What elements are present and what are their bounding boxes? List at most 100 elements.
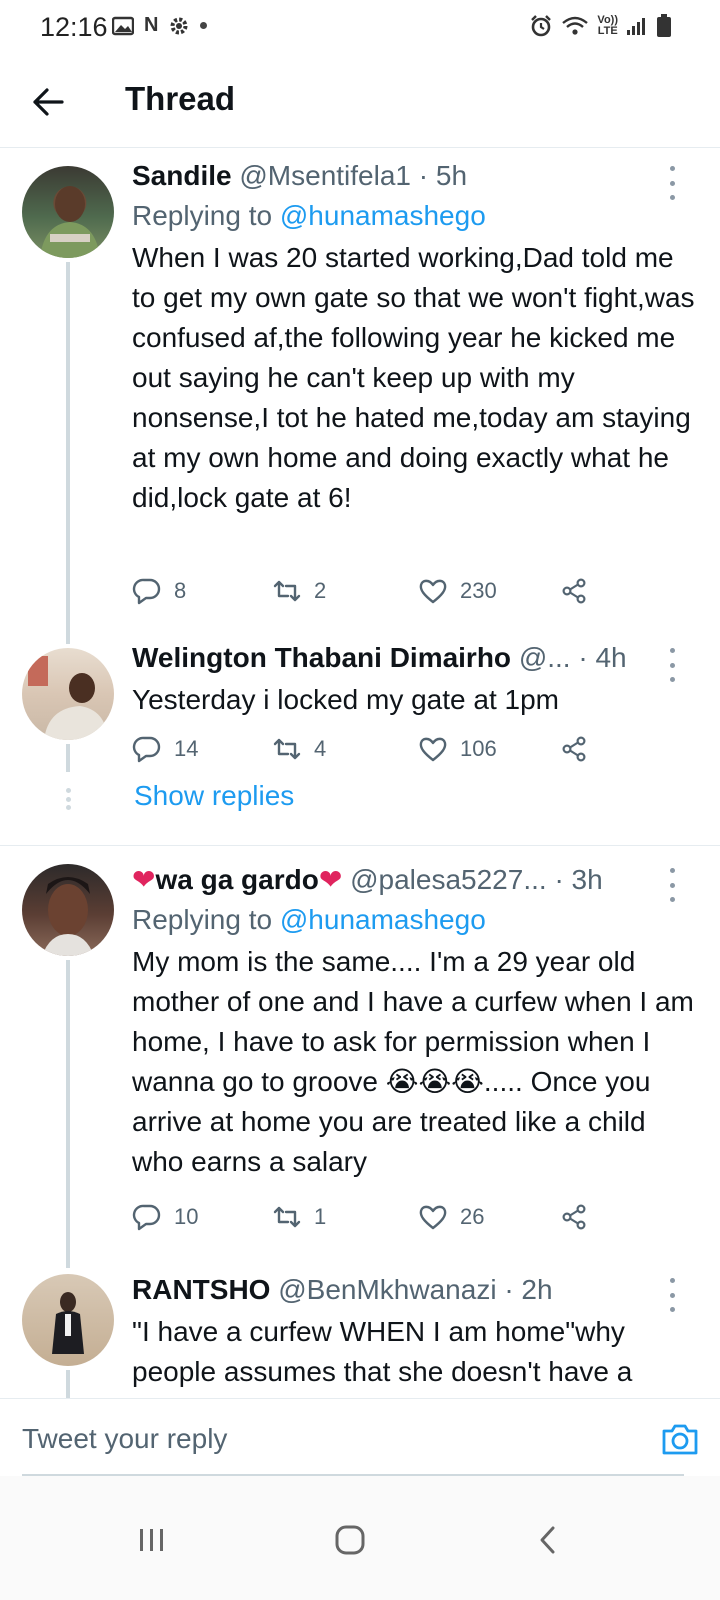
like-count: 106 xyxy=(460,736,497,761)
share-icon xyxy=(562,1204,586,1230)
reply-input[interactable]: Tweet your reply xyxy=(22,1423,227,1455)
back-button[interactable] xyxy=(24,78,72,126)
tweet-meta: RANTSHO @BenMkhwanazi · 2h xyxy=(132,1272,700,1308)
reply-button[interactable]: 8 xyxy=(132,576,186,606)
share-icon xyxy=(562,578,586,604)
author-name[interactable]: wa ga gardo xyxy=(155,864,318,895)
mention-link[interactable]: @hunamashego xyxy=(280,904,486,935)
system-nav-bar xyxy=(0,1476,720,1600)
thread-line xyxy=(66,744,70,772)
author-handle[interactable]: @Msentifela1 xyxy=(239,160,411,191)
status-right-icons: Vo)) LTE xyxy=(529,14,672,38)
dot-icon xyxy=(200,22,208,29)
tweet-actions: 14 4 106 xyxy=(132,734,612,774)
more-options-button[interactable] xyxy=(662,166,682,200)
author-handle[interactable]: @BenMkhwanazi xyxy=(278,1274,496,1305)
avatar[interactable] xyxy=(22,166,114,258)
retweet-button[interactable]: 4 xyxy=(272,734,326,764)
reply-button[interactable]: 14 xyxy=(132,734,198,764)
tweet-time: · 5h xyxy=(418,160,468,191)
reply-count: 8 xyxy=(174,578,187,603)
n-icon: N xyxy=(144,14,159,36)
thread-feed[interactable]: Sandile @Msentifela1 · 5h Replying to @h… xyxy=(0,148,720,1398)
alarm-icon xyxy=(529,14,553,38)
thread-continuation-dots xyxy=(64,788,72,810)
replying-prefix: Replying to xyxy=(132,200,273,231)
tweet-actions: 10 1 26 xyxy=(132,1202,612,1242)
like-count: 230 xyxy=(460,578,497,603)
retweet-count: 1 xyxy=(314,1204,327,1229)
back-nav-button[interactable] xyxy=(518,1510,578,1570)
thread-line xyxy=(66,1256,70,1268)
author-handle[interactable]: @palesa5227... xyxy=(350,864,547,895)
camera-button[interactable] xyxy=(660,1419,700,1459)
share-button[interactable] xyxy=(560,576,590,606)
retweet-icon xyxy=(273,1206,301,1228)
reply-bar[interactable]: Tweet your reply xyxy=(0,1398,720,1476)
signal-icon xyxy=(626,16,648,36)
tweet[interactable]: Sandile @Msentifela1 · 5h Replying to @h… xyxy=(0,148,720,638)
tweet-text: My mom is the same.... I'm a 29 year old… xyxy=(132,946,694,1177)
home-icon xyxy=(335,1525,365,1555)
tweet-meta: ❤wa ga gardo❤ @palesa5227... · 3h xyxy=(132,862,700,898)
tweet[interactable]: ❤wa ga gardo❤ @palesa5227... · 3h Replyi… xyxy=(0,846,720,1256)
more-options-button[interactable] xyxy=(662,1278,682,1312)
status-bar: 12:16 N Vo)) LTE xyxy=(0,0,720,56)
share-button[interactable] xyxy=(560,734,590,764)
like-button[interactable]: 106 xyxy=(418,734,497,764)
camera-icon xyxy=(662,1424,698,1455)
reply-icon xyxy=(132,736,161,763)
retweet-button[interactable]: 1 xyxy=(272,1202,326,1232)
tweet[interactable]: Welington Thabani Dimairho @... · 4h Yes… xyxy=(0,638,720,844)
retweet-button[interactable]: 2 xyxy=(272,576,326,606)
retweet-count: 4 xyxy=(314,736,327,761)
more-options-button[interactable] xyxy=(662,648,682,682)
status-time: 12:16 xyxy=(40,12,108,42)
heart-icon xyxy=(419,579,447,604)
tweet-text: Yesterday i locked my gate at 1pm xyxy=(132,684,559,715)
avatar[interactable] xyxy=(22,1274,114,1366)
tweet-time: · 3h xyxy=(554,864,603,895)
show-replies-link[interactable]: Show replies xyxy=(134,780,294,812)
tweet-time: · 2h xyxy=(504,1274,553,1305)
gallery-icon xyxy=(112,16,134,36)
status-left-icons: N xyxy=(112,14,208,37)
author-handle[interactable]: @... xyxy=(519,642,571,673)
like-button[interactable]: 230 xyxy=(418,576,497,606)
mention-link[interactable]: @hunamashego xyxy=(280,200,486,231)
share-icon xyxy=(562,736,586,762)
tweet-meta: Welington Thabani Dimairho @... · 4h xyxy=(132,640,700,676)
recents-button[interactable] xyxy=(122,1510,182,1570)
author-name[interactable]: RANTSHO xyxy=(132,1274,270,1305)
retweet-count: 2 xyxy=(314,578,327,603)
reply-button[interactable]: 10 xyxy=(132,1202,198,1232)
share-button[interactable] xyxy=(560,1202,590,1232)
thread-line xyxy=(66,638,70,644)
reply-icon xyxy=(132,1204,161,1231)
back-icon xyxy=(540,1526,555,1554)
back-arrow-icon xyxy=(33,88,64,116)
like-button[interactable]: 26 xyxy=(418,1202,484,1232)
tweet-content: Welington Thabani Dimairho @... · 4h Yes… xyxy=(132,640,700,720)
page-title: Thread xyxy=(125,80,236,117)
author-name[interactable]: Welington Thabani Dimairho xyxy=(132,642,511,673)
more-options-button[interactable] xyxy=(662,868,682,902)
battery-icon xyxy=(656,14,672,38)
retweet-icon xyxy=(273,580,301,602)
home-button[interactable] xyxy=(320,1510,380,1570)
retweet-icon xyxy=(273,738,301,760)
author-name[interactable]: Sandile xyxy=(132,160,232,191)
replying-to: Replying to @hunamashego xyxy=(132,198,700,234)
avatar-portrait xyxy=(40,186,100,258)
avatar[interactable] xyxy=(22,648,114,740)
tweet-text: When I was 20 started working,Dad told m… xyxy=(132,242,695,513)
settings-gear-icon xyxy=(168,15,190,37)
avatar[interactable] xyxy=(22,864,114,956)
tweet-meta: Sandile @Msentifela1 · 5h xyxy=(132,158,700,194)
thread-header: Thread xyxy=(0,56,720,148)
avatar-portrait xyxy=(52,1292,84,1354)
volte-bottom-label: LTE xyxy=(597,25,618,37)
wifi-icon xyxy=(561,15,589,37)
tweet[interactable]: RANTSHO @BenMkhwanazi · 2h "I have a cur… xyxy=(0,1256,720,1398)
tweet-content: ❤wa ga gardo❤ @palesa5227... · 3h Replyi… xyxy=(132,862,700,1182)
